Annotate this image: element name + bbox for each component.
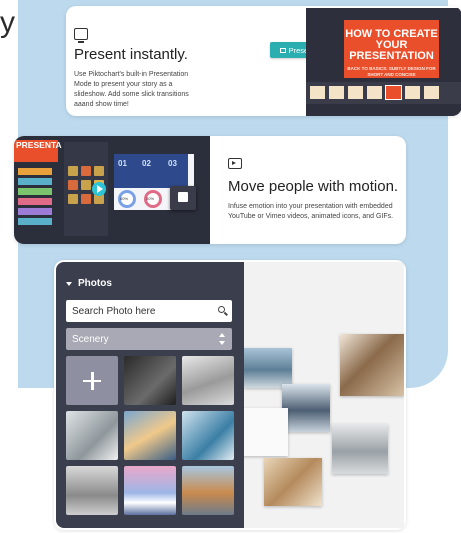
slide-preview: HOW TO CREATE YOUR PRESENTATION BACK TO …	[344, 20, 439, 78]
photos-panel: Photos Search Photo here Scenery	[56, 262, 244, 528]
motion-description: Infuse emotion into your presentation wi…	[228, 203, 394, 220]
slide-thumb[interactable]	[348, 86, 363, 99]
photo-collage	[244, 262, 404, 528]
asset-tile[interactable]	[68, 166, 78, 176]
photo-thumbnail[interactable]	[182, 356, 234, 405]
slide-filmstrip	[306, 82, 461, 104]
asset-tile[interactable]	[81, 166, 91, 176]
list-bar	[18, 208, 52, 215]
photo-thumbnail[interactable]	[182, 466, 234, 515]
asset-tile[interactable]	[94, 166, 104, 176]
list-bar	[18, 168, 52, 175]
slide-thumb[interactable]	[367, 86, 382, 99]
canvas-blue-block: 01 02 03	[114, 154, 188, 188]
plus-icon	[83, 371, 101, 390]
present-description: Use Piktochart's built-in Presentation M…	[74, 71, 189, 108]
photo-thumbnail[interactable]	[182, 411, 234, 460]
list-bar	[18, 178, 52, 185]
list-bar	[18, 198, 52, 205]
photo-thumbnail[interactable]	[66, 466, 118, 515]
collage-photo	[244, 348, 292, 388]
motion-feature-card: PRESENTA 01 02 03 60% 30% Move people wi…	[14, 136, 406, 244]
video-play-icon	[228, 158, 242, 169]
photo-thumbnail[interactable]	[124, 356, 176, 405]
present-button-icon	[279, 47, 286, 53]
slide-thumb-selected[interactable]	[385, 85, 402, 100]
photo-thumbnail[interactable]	[124, 411, 176, 460]
photo-search-input[interactable]: Search Photo here	[66, 300, 232, 322]
photo-grid	[66, 356, 234, 515]
slide-thumb[interactable]	[310, 86, 325, 99]
photo-thumbnail[interactable]	[66, 411, 118, 460]
presentation-editor-preview: HOW TO CREATE YOUR PRESENTATION BACK TO …	[306, 8, 461, 116]
monitor-icon	[74, 28, 88, 43]
list-bar	[18, 188, 52, 195]
search-icon[interactable]	[218, 306, 225, 313]
play-icon[interactable]	[92, 182, 106, 196]
caret-down-icon	[66, 281, 72, 286]
canvas-number: 02	[142, 159, 151, 168]
select-arrows-icon	[219, 333, 225, 345]
editor-slide-thumb: PRESENTA	[14, 140, 62, 162]
asset-tile[interactable]	[81, 194, 91, 204]
editor-slide-list	[18, 168, 52, 228]
percent-label: 30%	[146, 196, 155, 201]
photo-thumbnail[interactable]	[124, 466, 176, 515]
photos-feature-card: Photos Search Photo here Scenery	[54, 260, 406, 530]
slide-title: HOW TO CREATE YOUR PRESENTATION	[345, 28, 438, 62]
slide-thumb[interactable]	[329, 86, 344, 99]
photo-search-placeholder: Search Photo here	[72, 305, 156, 317]
present-title: Present instantly.	[74, 46, 188, 63]
slide-thumb[interactable]	[405, 86, 420, 99]
collage-photo	[264, 458, 322, 506]
collage-photo	[244, 408, 288, 456]
collage-photo	[282, 384, 330, 432]
slide-subtitle: BACK TO BASICS: SUBTLY DESIGN FOR SHORT …	[347, 66, 436, 77]
present-feature-card: Present instantly. Use Piktochart's buil…	[66, 6, 461, 116]
heading-fragment: y	[0, 6, 15, 39]
collage-photo	[340, 334, 404, 396]
asset-tile[interactable]	[68, 194, 78, 204]
slide-thumb[interactable]	[424, 86, 439, 99]
canvas-number: 03	[168, 159, 177, 168]
video-icon	[170, 186, 196, 210]
add-photo-button[interactable]	[66, 356, 118, 405]
list-bar	[18, 218, 52, 225]
photos-panel-header[interactable]: Photos	[66, 278, 112, 289]
percent-label: 60%	[120, 196, 129, 201]
motion-title: Move people with motion.	[228, 178, 399, 195]
asset-tile[interactable]	[81, 180, 91, 190]
collage-photo	[332, 424, 388, 474]
photo-category-value: Scenery	[72, 333, 109, 345]
asset-tile[interactable]	[68, 180, 78, 190]
photos-panel-title: Photos	[78, 278, 112, 289]
photo-category-select[interactable]: Scenery	[66, 328, 232, 350]
motion-editor-preview: PRESENTA 01 02 03 60% 30%	[14, 136, 210, 244]
editor-slide-title: PRESENTA	[16, 140, 62, 150]
canvas-number: 01	[118, 159, 127, 168]
